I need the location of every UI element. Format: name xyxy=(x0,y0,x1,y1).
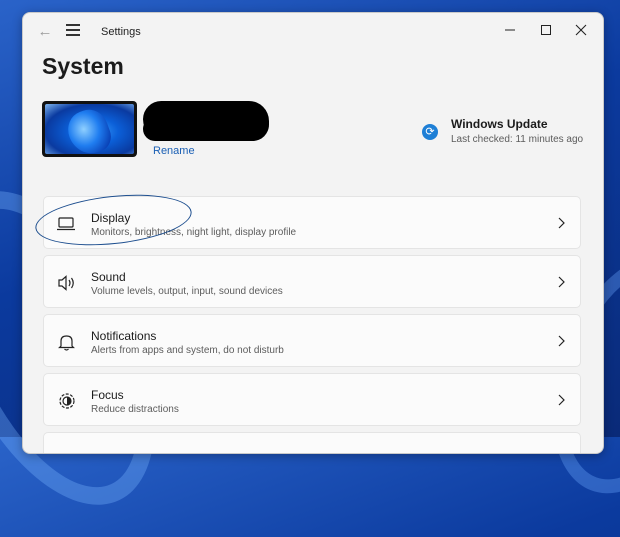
redacted-device-name xyxy=(143,117,225,141)
card-next[interactable] xyxy=(43,432,581,453)
card-focus[interactable]: Focus Reduce distractions xyxy=(43,373,581,426)
card-subtitle: Volume levels, output, input, sound devi… xyxy=(91,286,283,297)
minimize-button[interactable] xyxy=(497,19,523,41)
card-subtitle: Reduce distractions xyxy=(91,404,179,415)
window-title: Settings xyxy=(101,26,141,38)
page-title: System xyxy=(42,53,124,79)
card-sound[interactable]: Sound Volume levels, output, input, soun… xyxy=(43,255,581,308)
close-button[interactable] xyxy=(568,19,594,41)
speaker-icon xyxy=(56,273,78,293)
back-arrow-icon[interactable]: ← xyxy=(35,22,55,42)
chevron-right-icon xyxy=(556,334,568,348)
card-title: Focus xyxy=(91,388,124,402)
focus-icon xyxy=(56,391,78,411)
hamburger-menu-icon[interactable] xyxy=(66,24,82,38)
wallpaper-preview xyxy=(45,104,134,154)
windows-update-title[interactable]: Windows Update xyxy=(451,117,548,131)
maximize-button[interactable] xyxy=(533,19,559,41)
bell-icon xyxy=(56,332,78,352)
card-notifications[interactable]: Notifications Alerts from apps and syste… xyxy=(43,314,581,367)
device-thumbnail xyxy=(42,101,137,157)
chevron-right-icon xyxy=(556,393,568,407)
sync-icon[interactable]: ⟳ xyxy=(422,124,438,140)
chevron-right-icon xyxy=(556,216,568,230)
card-subtitle: Alerts from apps and system, do not dist… xyxy=(91,345,284,356)
windows-update-status: Last checked: 11 minutes ago xyxy=(451,134,584,145)
rename-link[interactable]: Rename xyxy=(153,145,195,157)
title-bar: ← Settings xyxy=(23,13,603,51)
card-title: Notifications xyxy=(91,329,157,343)
card-title: Sound xyxy=(91,270,126,284)
chevron-right-icon xyxy=(556,275,568,289)
settings-window: ← Settings System Rename ⟳ Windows Updat… xyxy=(22,12,604,454)
